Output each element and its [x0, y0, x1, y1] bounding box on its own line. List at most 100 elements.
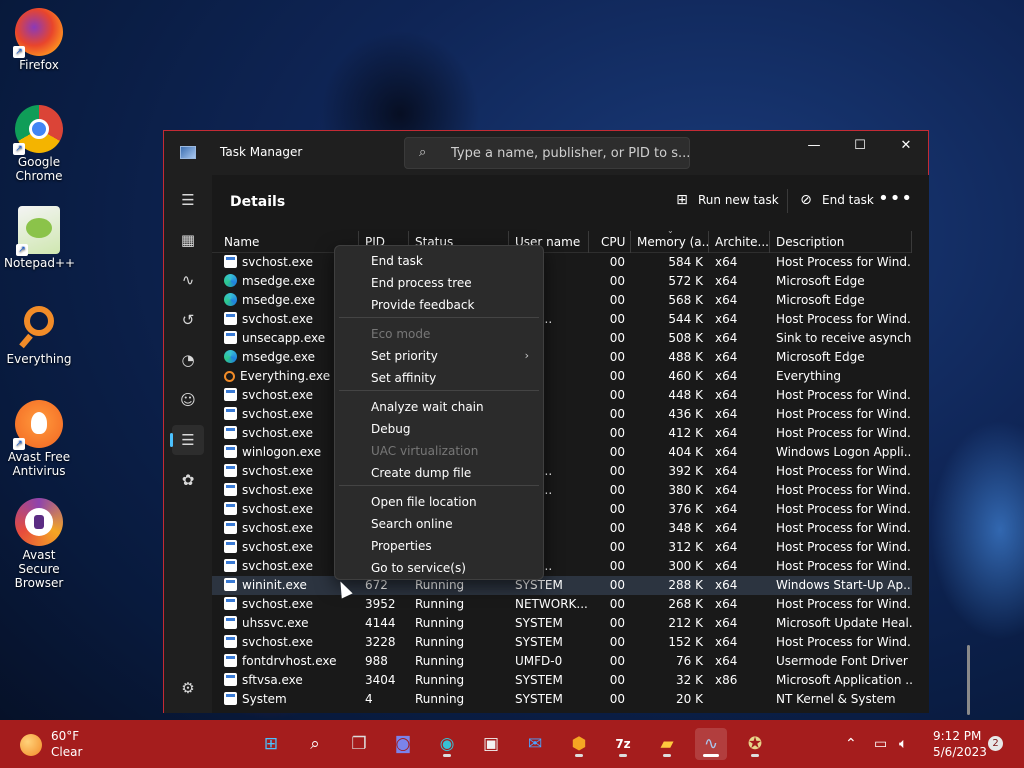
minimize-button[interactable]: —: [791, 131, 837, 161]
menu-item-analyze-wait-chain[interactable]: Analyze wait chain: [371, 396, 541, 418]
clock-date[interactable]: 5/6/2023: [933, 745, 987, 759]
close-button[interactable]: ✕: [883, 131, 929, 161]
7zip-icon[interactable]: 7z: [607, 728, 639, 760]
store-icon[interactable]: ▣: [475, 728, 507, 760]
start-icon[interactable]: ⊞: [255, 728, 287, 760]
sidebar-item-users[interactable]: ☺: [172, 385, 204, 415]
task-view-icon[interactable]: ❐: [343, 728, 375, 760]
table-row[interactable]: svchost.exeM00376 Kx64Host Process for W…: [212, 500, 912, 519]
menu-item-end-task[interactable]: End task: [371, 250, 541, 272]
more-options-button[interactable]: •••: [878, 188, 913, 209]
weather-temperature[interactable]: 60°F: [51, 729, 79, 743]
menu-item-properties[interactable]: Properties: [371, 535, 541, 557]
table-row[interactable]: svchost.exeM00584 Kx64Host Process for W…: [212, 253, 912, 272]
volume-icon[interactable]: 🔈︎: [899, 736, 907, 752]
table-row[interactable]: svchost.exeL SE...00392 Kx64Host Process…: [212, 462, 912, 481]
run-new-task-icon: ⊞: [676, 192, 688, 208]
table-row[interactable]: svchost.exeM00436 Kx64Host Process for W…: [212, 405, 912, 424]
column-header-architecture[interactable]: Archite...: [709, 231, 770, 253]
sidebar-item-performance[interactable]: ∿: [172, 265, 204, 295]
table-row[interactable]: svchost.exeM00412 Kx64Host Process for W…: [212, 424, 912, 443]
table-row[interactable]: svchost.exeM00348 Kx64Host Process for W…: [212, 519, 912, 538]
app-icon[interactable]: ✪: [739, 728, 771, 760]
column-header-description[interactable]: Description: [770, 231, 912, 253]
table-row[interactable]: svchost.exeL SE...00544 Kx64Host Process…: [212, 310, 912, 329]
table-row[interactable]: svchost.exe 00 448 K x64 Host Process for Wi…: [212, 386, 912, 405]
cell-text: unsecapp.exe: [242, 331, 326, 345]
title-bar[interactable]: Task Manager ⌕ Type a name, publisher, o…: [164, 131, 928, 175]
network-icon[interactable]: ▭: [874, 736, 887, 752]
table-row[interactable]: wininit.exe 672 Running SYSTEM 00 288 K x64 Win…: [212, 576, 912, 595]
sidebar-item-startup-apps[interactable]: ◔: [172, 345, 204, 375]
sidebar-item-processes[interactable]: ▦: [172, 225, 204, 255]
avast-browser-icon: [15, 498, 63, 546]
table-row[interactable]: sftvsa.exe 3404 Running SYSTEM 00 32 K x86 Micr…: [212, 671, 912, 690]
cell-cpu: 00: [595, 614, 631, 633]
end-task-button[interactable]: ⊘ End task: [798, 192, 874, 208]
cell-cpu: 00: [595, 367, 631, 386]
table-row[interactable]: System 4 Running SYSTEM 00 20 K NT Kernel & Sy…: [212, 690, 912, 709]
search-box[interactable]: ⌕ Type a name, publisher, or PID to s...: [404, 137, 690, 169]
weather-condition[interactable]: Clear: [51, 745, 82, 759]
search-input[interactable]: Type a name, publisher, or PID to s...: [451, 146, 690, 161]
taskbar: 60°F Clear ⊞ ⌕ ❐ ◙ ◉ ▣ ✉ ⬢ 7z ▰ ∿ ✪ ⌃ ▭ 🔈︎ 9:12 PM …: [0, 720, 1024, 768]
task-manager-icon[interactable]: ∿: [695, 728, 727, 760]
table-row[interactable]: Everything.exeM00460 Kx64Everything: [212, 367, 912, 386]
desktop-icon-everything[interactable]: Everything: [4, 302, 74, 366]
menu-item-create-dump-file[interactable]: Create dump file: [371, 462, 541, 484]
cell-text: 672: [365, 578, 388, 592]
vertical-scrollbar[interactable]: [967, 645, 970, 715]
show-hidden-icons-chevron-icon[interactable]: ⌃: [845, 736, 857, 752]
desktop-icon-firefox[interactable]: ↗ Firefox: [4, 8, 74, 72]
menu-item-search-online[interactable]: Search online: [371, 513, 541, 535]
table-row[interactable]: winlogon.exeM00404 Kx64Windows Logon App…: [212, 443, 912, 462]
cell-mem: 20 K: [631, 690, 709, 709]
file-explorer-icon[interactable]: ▰: [651, 728, 683, 760]
table-row[interactable]: msedge.exe 00 572 K x64 Microsoft Edge: [212, 272, 912, 291]
table-row[interactable]: uhssvc.exe 4144 Running SYSTEM 00 212 K x64 Mic…: [212, 614, 912, 633]
notification-badge[interactable]: 2: [988, 736, 1003, 751]
menu-item-open-file-location[interactable]: Open file location: [371, 491, 541, 513]
teams-chat-icon[interactable]: ◙: [387, 728, 419, 760]
menu-item-provide-feedback[interactable]: Provide feedback: [371, 294, 541, 316]
table-row[interactable]: msedge.exe 00 488 K x64 Microsoft Edge: [212, 348, 912, 367]
cell-desc: Host Process for Wind...: [770, 538, 912, 557]
desktop-icon-notepadpp[interactable]: ↗ Notepad++: [4, 206, 75, 270]
cell-cpu: 00: [595, 386, 631, 405]
run-new-task-button[interactable]: ⊞ Run new task: [674, 192, 779, 208]
menu-item-end-process-tree[interactable]: End process tree: [371, 272, 541, 294]
hamburger-menu-icon[interactable]: ☰: [172, 185, 204, 215]
edge-icon[interactable]: ◉: [431, 728, 463, 760]
desktop-icon-avast-antivirus[interactable]: ↗ Avast Free Antivirus: [4, 400, 74, 478]
sidebar-item-app-history[interactable]: ↺: [172, 305, 204, 335]
weather-moon-icon[interactable]: [20, 734, 42, 756]
column-header-cpu[interactable]: CPU: [595, 231, 631, 253]
table-row[interactable]: svchost.exeL SE...00380 Kx64Host Process…: [212, 481, 912, 500]
maximize-button[interactable]: ☐: [837, 131, 883, 161]
cell-text: Host Process for Wind...: [776, 540, 912, 554]
sidebar-item-details[interactable]: ☰: [170, 425, 204, 455]
table-row[interactable]: msedge.exe 00 568 K x64 Microsoft Edge: [212, 291, 912, 310]
table-row[interactable]: svchost.exe 3952 Running NETWORK... 00 268 K x…: [212, 595, 912, 614]
table-row[interactable]: svchost.exeL SE...00300 Kx64Host Process…: [212, 557, 912, 576]
menu-item-set-affinity[interactable]: Set affinity: [371, 367, 541, 389]
menu-item-set-priority[interactable]: Set priority ›: [371, 345, 541, 367]
cell-arch: x64: [709, 272, 770, 291]
desktop-icon-chrome[interactable]: ↗ Google Chrome: [4, 105, 74, 183]
cell-cpu: 00: [595, 557, 631, 576]
sidebar-item-settings[interactable]: ⚙: [172, 673, 204, 703]
menu-item-debug[interactable]: Debug: [371, 418, 541, 440]
sidebar-item-services[interactable]: ✿: [172, 465, 204, 495]
table-row[interactable]: svchost.exeM00312 Kx64Host Process for W…: [212, 538, 912, 557]
menu-item-go-to-service-s[interactable]: Go to service(s): [371, 557, 541, 579]
table-row[interactable]: unsecapp.exeM00508 Kx64Sink to receive a…: [212, 329, 912, 348]
table-row[interactable]: fontdrvhost.exe 988 Running UMFD-0 00 76 K x64…: [212, 652, 912, 671]
search-icon[interactable]: ⌕: [299, 728, 331, 760]
clock-time[interactable]: 9:12 PM: [933, 729, 981, 743]
table-row[interactable]: svchost.exe 3228 Running SYSTEM 00 152 K x64 Ho…: [212, 633, 912, 652]
avast-browser-icon[interactable]: ⬢: [563, 728, 595, 760]
mail-icon[interactable]: ✉: [519, 728, 551, 760]
desktop-icon-avast-browser[interactable]: Avast Secure Browser: [4, 498, 74, 590]
cell-text: SYSTEM: [515, 692, 563, 706]
cell-desc: NT Kernel & System: [770, 690, 912, 709]
